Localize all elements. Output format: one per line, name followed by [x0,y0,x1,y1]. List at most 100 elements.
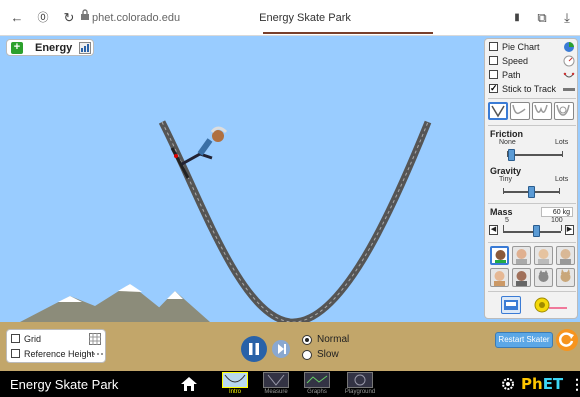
grid-checkbox[interactable]: Grid [11,333,103,345]
friction-title: Friction [490,129,523,139]
checkbox-box[interactable] [489,70,498,79]
gravity-title: Gravity [490,166,522,176]
tab-title: Energy Skate Park [259,12,351,24]
url-field[interactable]: phet.colorado.edu [92,11,180,25]
reference-line-icon [89,353,103,355]
mountains [20,284,210,322]
track-shape-loop-button[interactable] [554,102,574,120]
energy-panel: + Energy [6,39,94,56]
slider-tick [559,188,560,194]
checkbox-box[interactable] [489,82,498,94]
screen-tab-label: Intro [228,389,241,395]
expand-plus-icon[interactable]: + [11,42,23,54]
path-checkbox[interactable]: Path [489,69,575,81]
skater-choice-2[interactable] [512,246,531,265]
checkbox-label: Pie Chart [502,42,540,52]
mass-slider-thumb[interactable] [532,225,540,237]
home-button[interactable] [180,375,198,393]
screen-tab-playground[interactable]: Playground [340,372,380,397]
bar-chart-icon[interactable] [79,42,91,54]
screen-tab-graphs[interactable]: Graphs [297,372,337,397]
restart-skater-button[interactable]: Restart Skater [495,332,553,348]
divider [488,125,576,126]
sim-title: Energy Skate Park [10,377,119,392]
checkbox-box[interactable] [11,349,20,358]
divider [488,291,576,292]
gravity-slider-thumb[interactable] [527,186,535,198]
mass-value-readout: 60 kg [541,207,573,217]
gravity-max-label: Lots [555,176,569,183]
pause-icon [249,343,259,355]
playground-screen-icon [347,372,373,388]
radio-label: Slow [317,349,339,360]
track-shape-v-button[interactable] [488,102,508,120]
reset-icon [558,332,574,347]
checkbox-label: Path [502,70,521,80]
reset-all-button[interactable] [556,329,578,351]
skater-choice-3[interactable] [534,246,553,265]
checkbox-label: Grid [24,334,42,344]
skater-choice-6[interactable] [512,268,531,287]
track-shape-w-button[interactable] [532,102,552,120]
measuring-tape-icon[interactable] [533,296,569,314]
graphs-screen-icon [304,372,330,388]
mass-decrease-button[interactable]: ◀ [489,225,498,235]
checkbox-box[interactable] [489,42,498,51]
mass-increase-button[interactable]: ▶ [565,225,574,235]
speedometer-icon [563,55,575,67]
screen-tab-intro[interactable]: Intro [215,372,255,397]
reference-height-checkbox[interactable]: Reference Height [11,348,103,360]
checkbox-box[interactable] [11,334,20,343]
control-panel: Pie Chart Speed Path Stick to Track [484,38,578,319]
pause-button[interactable] [241,336,267,362]
screen-tab-label: Playground [344,389,376,395]
divider [488,242,576,243]
slider-tick [561,225,562,231]
speed-checkbox[interactable]: Speed [489,55,575,67]
home-icon [181,377,197,391]
checkbox-box[interactable] [489,56,498,65]
menu-icon[interactable]: ⋮ [570,375,580,393]
screen-tab-label: Measure [264,389,288,395]
bookmark-icon[interactable]: ▮ [508,9,526,27]
radio-button[interactable] [302,335,312,345]
download-icon[interactable]: ⤓ [558,9,576,27]
step-forward-icon [278,344,286,354]
mass-max-label: 100 [551,217,563,224]
friction-min-label: None [499,139,516,146]
simulation-area: + Energy Pie Chart Speed Path Stick to T… [0,36,580,371]
step-forward-button[interactable] [272,340,290,358]
phet-logo[interactable]: PhET [521,374,563,394]
pie-chart-checkbox[interactable]: Pie Chart [489,41,575,53]
tab-underline [263,32,433,34]
mass-title: Mass [490,207,513,217]
phet-logo-et: ET [542,375,564,393]
screen-tab-measure[interactable]: Measure [256,372,296,397]
intro-screen-icon [222,372,248,388]
skater-choice-1[interactable] [490,246,509,265]
skater-choice-5[interactable] [490,268,509,287]
display-options-panel: Grid Reference Height [6,329,106,363]
back-icon[interactable]: ← [8,9,26,27]
slider-tick [503,188,504,194]
tabs-icon[interactable]: ⧉ [533,9,551,27]
divider [488,203,576,204]
stick-to-track-checkbox[interactable]: Stick to Track [489,82,575,95]
path-icon [563,72,575,78]
mass-min-label: 5 [505,217,509,224]
gravity-min-label: Tiny [499,176,512,183]
skater-choice-4[interactable] [556,246,575,265]
shield-icon[interactable]: ⓪ [34,9,52,27]
checkbox-label: Speed [502,56,529,66]
radio-button[interactable] [302,350,312,360]
friction-slider-thumb[interactable] [507,149,515,161]
track-shape-jump-button[interactable] [510,102,530,120]
divider [488,98,576,99]
skater-choice-8[interactable] [556,268,575,287]
pie-chart-icon [564,42,574,52]
settings-button[interactable] [500,376,516,392]
slider-tick [562,151,563,157]
skater-choice-7[interactable] [534,268,553,287]
stopwatch-icon[interactable] [501,296,521,314]
checkbox-label: Reference Height [24,349,95,359]
